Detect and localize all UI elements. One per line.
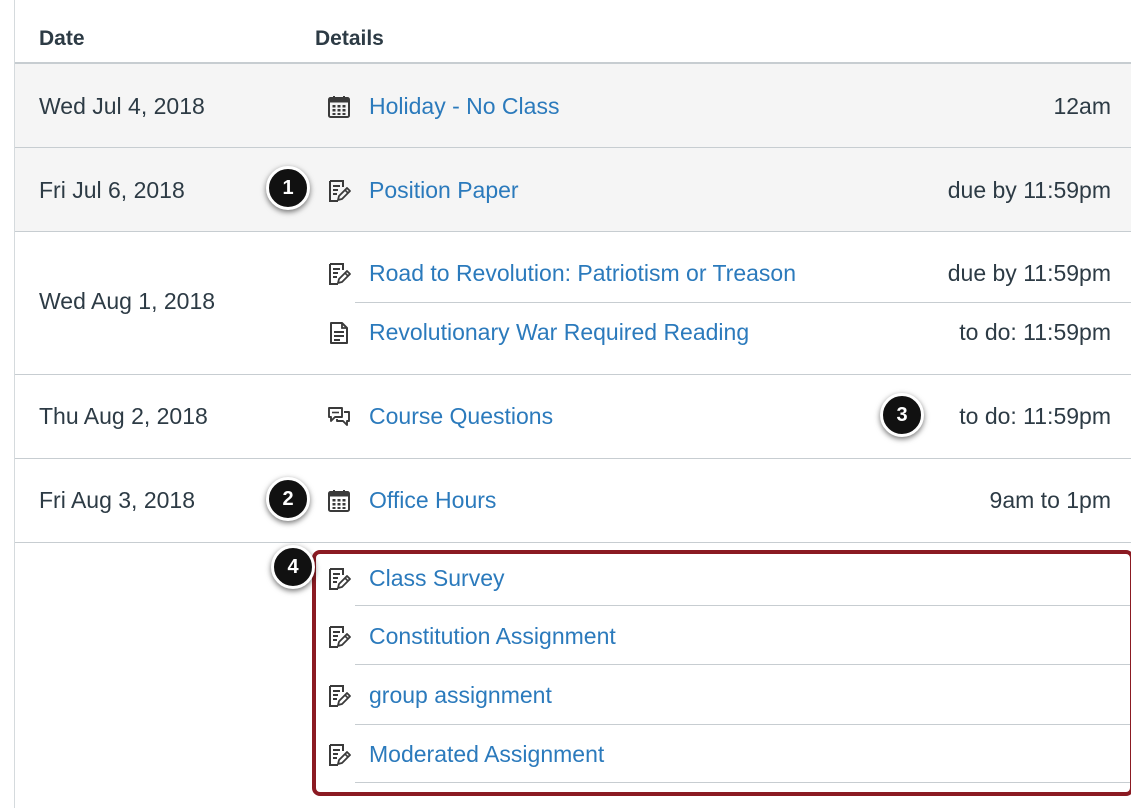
event-due-time: due by 11:59pm xyxy=(947,260,1111,286)
callout-badge-4: 4 xyxy=(271,545,315,589)
event-divider xyxy=(355,782,1131,783)
row-date: Thu Aug 2, 2018 xyxy=(39,403,208,429)
schedule-row: Thu Aug 2, 2018 Course Questions to do: … xyxy=(15,375,1131,459)
event-todo-time: to do: 11:59pm xyxy=(959,403,1111,429)
date-column-header: Date xyxy=(39,27,85,50)
calendar-icon xyxy=(326,94,352,120)
schedule-row: Fri Aug 3, 2018 Office Hours 9am to 1pm xyxy=(15,459,1131,543)
assignment-icon xyxy=(326,624,352,650)
event-time: 9am to 1pm xyxy=(989,487,1111,513)
event-due-time: due by 11:59pm xyxy=(947,177,1111,203)
row-date: Wed Jul 4, 2018 xyxy=(39,93,205,119)
page-icon xyxy=(326,320,352,346)
assignment-icon xyxy=(326,742,352,768)
schedule-row: Fri Jul 6, 2018 Position Paper due by 11… xyxy=(15,148,1131,232)
callout-badge-2: 2 xyxy=(266,477,310,521)
calendar-icon xyxy=(326,488,352,514)
event-link-required-reading[interactable]: Revolutionary War Required Reading xyxy=(369,319,749,346)
row-date: Wed Aug 1, 2018 xyxy=(39,288,216,314)
row-date: Fri Aug 3, 2018 xyxy=(39,487,195,513)
assignment-icon xyxy=(326,261,352,287)
event-link-group-assignment[interactable]: group assignment xyxy=(369,682,552,709)
assignment-icon xyxy=(326,566,352,592)
event-todo-time: to do: 11:59pm xyxy=(959,319,1111,345)
event-link-constitution-assignment[interactable]: Constitution Assignment xyxy=(369,623,616,650)
schedule-table-header: Date Details xyxy=(15,0,1131,64)
course-schedule-panel: Date Details Wed Jul 4, 2018 Holiday - N… xyxy=(0,0,1131,808)
event-link-position-paper[interactable]: Position Paper xyxy=(369,177,519,204)
event-divider xyxy=(355,724,1131,725)
event-divider xyxy=(355,302,1131,303)
assignment-icon xyxy=(326,683,352,709)
event-divider xyxy=(355,664,1131,665)
discussion-icon xyxy=(326,404,352,430)
undated-events-row: Class Survey Constitution Assignment gro… xyxy=(15,543,1131,808)
schedule-row: Wed Aug 1, 2018 Road to Revolution: Patr… xyxy=(15,232,1131,375)
row-date: Fri Jul 6, 2018 xyxy=(39,177,185,203)
assignment-icon xyxy=(326,178,352,204)
details-column-header: Details xyxy=(315,27,384,50)
callout-badge-3: 3 xyxy=(880,393,924,437)
event-link-holiday[interactable]: Holiday - No Class xyxy=(369,93,559,120)
callout-badge-1: 1 xyxy=(266,166,310,210)
event-link-course-questions[interactable]: Course Questions xyxy=(369,403,553,430)
schedule-row: Wed Jul 4, 2018 Holiday - No Class 12am xyxy=(15,64,1131,148)
event-divider xyxy=(355,605,1131,606)
event-time: 12am xyxy=(1053,93,1111,119)
event-link-class-survey[interactable]: Class Survey xyxy=(369,565,504,592)
event-link-moderated-assignment[interactable]: Moderated Assignment xyxy=(369,741,604,768)
event-link-office-hours[interactable]: Office Hours xyxy=(369,487,496,514)
event-link-road-to-revolution[interactable]: Road to Revolution: Patriotism or Treaso… xyxy=(369,260,796,287)
